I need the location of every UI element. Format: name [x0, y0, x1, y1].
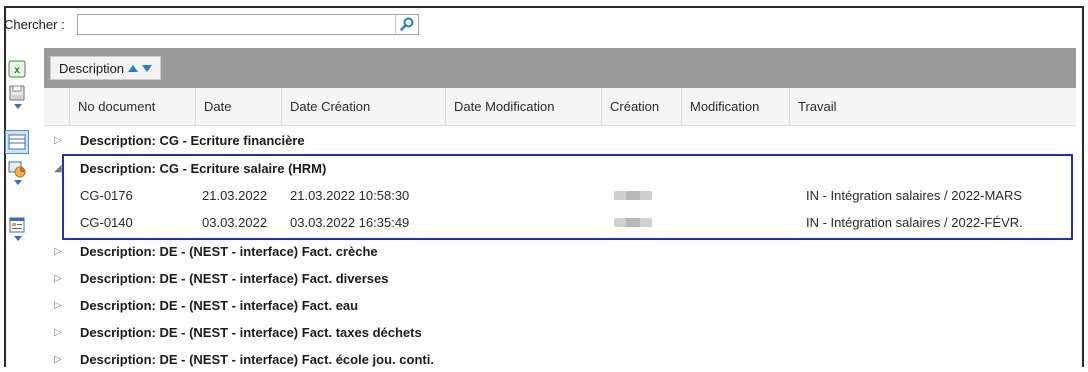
cell-date-creation: 03.03.2022 16:35:49: [290, 215, 410, 230]
header-spacer: [44, 88, 70, 125]
column-header-row: No document Date Date Création Date Modi…: [44, 88, 1076, 126]
search-button[interactable]: [394, 14, 418, 34]
group-label: Description: DE - (NEST - interface) Fac…: [80, 271, 389, 286]
column-header-date-modification[interactable]: Date Modification: [446, 88, 602, 125]
excel-export-icon[interactable]: x: [8, 60, 26, 78]
sort-ascending-icon[interactable]: [128, 64, 139, 72]
group-by-panel: Description: [44, 48, 1076, 88]
table-row[interactable]: CG-0176 21.03.2022 21.03.2022 10:58:30 I…: [44, 183, 1076, 208]
group-label: Description: CG - Ecriture salaire (HRM): [80, 161, 327, 176]
collapse-icon[interactable]: ◢: [54, 156, 62, 181]
grid-view-icon[interactable]: [5, 130, 29, 154]
search-icon: [400, 17, 414, 31]
sort-descending-icon[interactable]: [142, 64, 153, 72]
cell-creation-redacted: [614, 218, 652, 227]
column-header-date-creation[interactable]: Date Création: [282, 88, 446, 125]
group-by-chip[interactable]: Description: [50, 56, 162, 80]
table-row[interactable]: CG-0140 03.03.2022 03.03.2022 16:35:49 I…: [44, 210, 1076, 235]
group-row[interactable]: ▷ Description: DE - (NEST - interface) F…: [44, 293, 1076, 318]
cell-no-document: CG-0176: [80, 188, 133, 203]
column-header-creation[interactable]: Création: [602, 88, 682, 125]
group-by-label: Description: [59, 60, 125, 76]
group-row[interactable]: ▷ Description: DE - (NEST - interface) F…: [44, 320, 1076, 345]
group-row[interactable]: ▷ Description: DE - (NEST - interface) F…: [44, 347, 1076, 372]
expand-icon[interactable]: ▷: [54, 293, 62, 318]
cell-date: 03.03.2022: [202, 215, 268, 230]
cell-creation-redacted: [614, 191, 652, 200]
group-label: Description: DE - (NEST - interface) Fac…: [80, 325, 422, 340]
form-view-dropdown-caret[interactable]: [14, 236, 22, 241]
cell-date-creation: 21.03.2022 10:58:30: [290, 188, 410, 203]
group-row[interactable]: ◢ Description: CG - Ecriture salaire (HR…: [44, 156, 1076, 181]
form-view-icon[interactable]: [8, 216, 26, 234]
expand-icon[interactable]: ▷: [54, 347, 62, 372]
expand-icon[interactable]: ▷: [54, 320, 62, 345]
group-row[interactable]: ▷ Description: CG - Ecriture financière: [44, 128, 1076, 153]
save-dropdown-caret[interactable]: [14, 104, 22, 109]
group-label: Description: CG - Ecriture financière: [80, 133, 305, 148]
group-label: Description: DE - (NEST - interface) Fac…: [80, 298, 359, 313]
group-label: Description: DE - (NEST - interface) Fac…: [80, 244, 378, 259]
expand-icon[interactable]: ▷: [54, 266, 62, 291]
search-input[interactable]: [76, 13, 419, 35]
expand-icon[interactable]: ▷: [54, 128, 62, 153]
svg-text:x: x: [14, 65, 20, 76]
expand-icon[interactable]: ▷: [54, 239, 62, 264]
save-icon[interactable]: [8, 84, 26, 102]
group-row[interactable]: ▷ Description: DE - (NEST - interface) F…: [44, 239, 1076, 264]
column-header-modification[interactable]: Modification: [682, 88, 790, 125]
cell-travail: IN - Intégration salaires / 2022-FÉVR.: [806, 215, 1023, 230]
column-header-date[interactable]: Date: [196, 88, 282, 125]
group-row[interactable]: ▷ Description: DE - (NEST - interface) F…: [44, 266, 1076, 291]
column-header-no-document[interactable]: No document: [70, 88, 196, 125]
cell-no-document: CG-0140: [80, 215, 133, 230]
search-label: Chercher :: [4, 16, 65, 32]
chart-icon[interactable]: [8, 160, 26, 178]
group-label: Description: DE - (NEST - interface) Fac…: [80, 352, 434, 367]
cell-date: 21.03.2022: [202, 188, 268, 203]
chart-dropdown-caret[interactable]: [14, 180, 22, 185]
cell-travail: IN - Intégration salaires / 2022-MARS: [806, 188, 1023, 203]
column-header-travail[interactable]: Travail: [790, 88, 1076, 125]
search-row: Chercher :: [4, 12, 419, 36]
